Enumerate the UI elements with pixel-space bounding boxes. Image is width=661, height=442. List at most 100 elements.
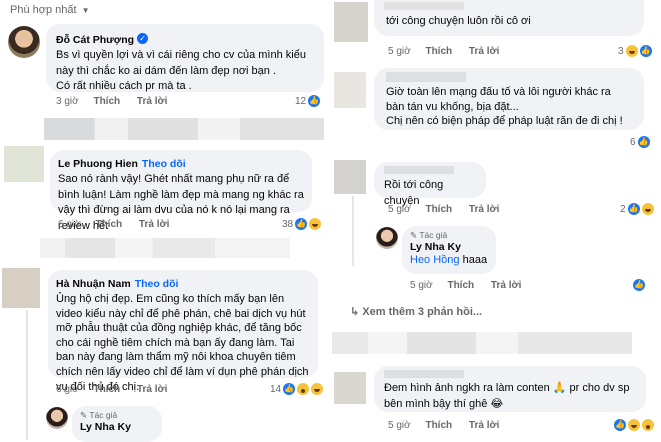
wow-reaction-icon <box>642 419 654 431</box>
redacted-name <box>386 72 466 82</box>
avatar[interactable] <box>334 72 366 108</box>
reaction-count[interactable]: 14 👍 <box>270 383 324 395</box>
reaction-count[interactable]: 6 👍 <box>630 136 650 148</box>
comment-bubble: Đỗ Cát Phượng ✓ Bs vì quyền lợi và vì cái… <box>46 24 324 92</box>
reply-button[interactable]: Trả lời <box>469 420 499 431</box>
avatar[interactable] <box>8 26 40 58</box>
author-tag: ✎ Tác giả <box>410 230 448 240</box>
timestamp: 5 giờ <box>388 204 411 215</box>
reply-button[interactable]: Trả lời <box>139 219 169 230</box>
avatar[interactable] <box>334 372 366 404</box>
commenter-name[interactable]: Ly Nha Ky <box>410 241 488 253</box>
reaction-number: 6 <box>630 136 636 148</box>
comment-meta: 5 giờ Thích Trả lời <box>388 46 499 57</box>
pen-icon: ✎ <box>80 410 88 420</box>
reply-button[interactable]: Trả lời <box>469 204 499 215</box>
reaction-number: 12 <box>295 95 307 107</box>
redacted-block <box>40 238 290 258</box>
haha-reaction-icon <box>628 419 640 431</box>
comment-bubble: Hà Nhuận Nam Theo dõi Ủng hộ chị đẹp. Em … <box>48 270 318 393</box>
comment-bubble: Le Phuong Hien Theo dõi Sao nó rành vậy! … <box>50 150 312 232</box>
reply-arrow-icon: ↳ <box>350 306 360 318</box>
filter-dropdown[interactable]: Phù hợp nhất ▼ <box>10 4 90 16</box>
reaction-count[interactable]: 3 👍 <box>618 45 652 57</box>
like-button[interactable]: Thích <box>425 204 452 215</box>
timestamp: 5 giờ <box>388 420 411 431</box>
comment-text: Bs vì quyền lợi và vì cái riêng cho cv c… <box>56 49 306 92</box>
avatar[interactable] <box>46 407 68 429</box>
reaction-count[interactable]: 38 👍 <box>282 218 322 230</box>
reply-button[interactable]: Trả lời <box>469 46 499 57</box>
avatar[interactable] <box>376 227 398 249</box>
reaction-number: 3 <box>618 45 624 57</box>
avatar[interactable] <box>4 146 44 182</box>
haha-reaction-icon <box>625 45 638 57</box>
like-reaction-icon: 👍 <box>295 218 308 230</box>
reply-button[interactable]: Trả lời <box>137 384 167 395</box>
reaction-count[interactable]: 👍 <box>633 279 645 291</box>
like-reaction-icon: 👍 <box>308 95 321 107</box>
follow-button[interactable]: Theo dõi <box>135 278 179 290</box>
commenter-name[interactable]: Đỗ Cát Phượng <box>56 34 134 46</box>
like-reaction-icon: 👍 <box>627 203 640 215</box>
commenter-name[interactable]: Hà Nhuận Nam <box>56 278 131 290</box>
commenter-name[interactable]: Ly Nha Ky <box>80 421 154 433</box>
redacted-name <box>384 370 464 378</box>
reaction-number: 14 <box>270 383 282 395</box>
commenter-name[interactable]: Le Phuong Hien <box>58 158 138 170</box>
timestamp: 5 giờ <box>410 280 433 291</box>
haha-reaction-icon <box>311 383 324 395</box>
avatar[interactable] <box>334 2 368 42</box>
author-tag: ✎ Tác giả <box>80 410 118 420</box>
reply-bubble: Rồi tới công chuyện <box>374 162 486 207</box>
reaction-count[interactable]: 2 👍 <box>620 203 654 215</box>
like-reaction-icon: 👍 <box>637 136 650 148</box>
reply-bubble: ✎ Tác giả Ly Nha Ky <box>72 406 162 442</box>
comment-meta: 6 giờ Thích Trả lời <box>58 219 169 230</box>
redacted-name <box>384 2 464 10</box>
redacted-block <box>332 332 632 354</box>
timestamp: 6 giờ <box>56 384 79 395</box>
filter-label: Phù hợp nhất <box>10 4 77 16</box>
follow-button[interactable]: Theo dõi <box>142 158 186 170</box>
reply-bubble: Giờ toàn lên mạng đấu tố và lôi người kh… <box>374 68 644 130</box>
redacted-block <box>44 118 324 140</box>
comment-meta: 5 giờ Thích Trả lời <box>388 204 499 215</box>
timestamp: 3 giờ <box>56 96 79 107</box>
reply-button[interactable]: Trả lời <box>491 280 521 291</box>
reaction-count[interactable]: 👍 <box>614 419 654 431</box>
like-button[interactable]: Thích <box>425 420 452 431</box>
like-button[interactable]: Thích <box>95 219 122 230</box>
reply-bubble: Đem hình ảnh ngkh ra làm conten 🙏 pr cho… <box>374 366 646 412</box>
view-more-label: Xem thêm 3 phản hồi... <box>362 306 483 318</box>
verified-icon: ✓ <box>137 33 149 45</box>
haha-reaction-icon <box>641 203 654 215</box>
reply-button[interactable]: Trả lời <box>137 96 167 107</box>
like-reaction-icon: 👍 <box>639 45 652 57</box>
comment-text: Heo Hồng haaa <box>410 254 488 266</box>
like-button[interactable]: Thích <box>425 46 452 57</box>
avatar[interactable] <box>334 160 366 194</box>
pen-icon: ✎ <box>410 230 418 240</box>
comment-meta: 6 giờ Thích Trả lời <box>56 384 167 395</box>
timestamp: 6 giờ <box>58 219 81 230</box>
reply-thread-line <box>26 310 28 440</box>
redacted-name <box>384 166 454 174</box>
comment-meta: 3 giờ Thích Trả lời <box>56 96 167 107</box>
comment-text: Ủng hộ chị đẹp. Em cũng ko thích mấy bạn… <box>56 293 309 393</box>
avatar[interactable] <box>2 268 40 308</box>
view-more-replies[interactable]: ↳ Xem thêm 3 phản hồi... <box>350 305 482 318</box>
mention-link[interactable]: Heo Hồng <box>410 254 460 266</box>
comment-text: Đem hình ảnh ngkh ra làm conten 🙏 pr cho… <box>384 382 630 410</box>
comment-meta: 5 giờ Thích Trả lời <box>410 280 521 291</box>
like-button[interactable]: Thích <box>447 280 474 291</box>
reply-bubble: ✎ Tác giả Ly Nha Ky Heo Hồng haaa <box>402 226 496 274</box>
like-button[interactable]: Thích <box>93 384 120 395</box>
wow-reaction-icon <box>297 383 310 395</box>
like-button[interactable]: Thích <box>93 96 120 107</box>
haha-reaction-icon <box>309 218 322 230</box>
like-reaction-icon: 👍 <box>283 383 296 395</box>
reaction-number: 2 <box>620 203 626 215</box>
reaction-count[interactable]: 12 👍 <box>295 95 321 107</box>
chevron-down-icon: ▼ <box>81 6 90 15</box>
